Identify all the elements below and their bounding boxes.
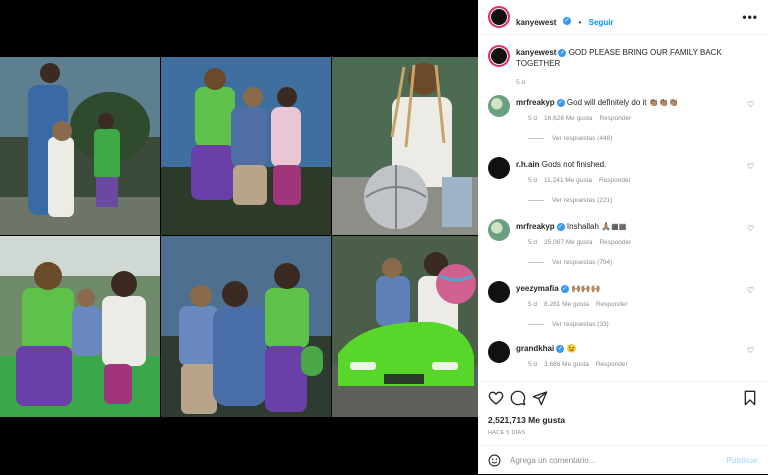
comment-time: 5 d [528, 301, 538, 308]
comment-text-block: mrfreakyp ✓ Inshallah 🙏🏽▦▦ [516, 221, 744, 232]
view-replies-button[interactable]: Ver respuestas (221) [528, 197, 612, 204]
separator-dot: • [578, 18, 582, 27]
comment-likes[interactable]: 3,686 Me gusta [544, 361, 589, 368]
post-side-panel: kanyewest ✓ • Seguir ••• kanyewest ✓ GOD … [478, 0, 768, 474]
paper-plane-icon[interactable] [532, 390, 548, 406]
comment-text: 😉 [566, 344, 577, 353]
view-replies-button[interactable]: Ver respuestas (33) [528, 321, 609, 328]
comment-meta: 5 d 25,067 Me gusta Responder [528, 239, 638, 246]
comment-time: 5 d [528, 115, 538, 122]
photo-girl-basketball [332, 57, 478, 235]
verified-badge-icon: ✓ [556, 222, 565, 231]
comment-icon[interactable] [510, 390, 526, 406]
photo-collage[interactable] [0, 57, 478, 417]
commenter-avatar[interactable] [488, 95, 510, 117]
comment-text-block: mrfreakyp ✓ God will definitely do it 👏🏽👏… [516, 97, 744, 108]
comment-likes[interactable]: 8,281 Me gusta [544, 301, 589, 308]
caption-timestamp: 5 d [516, 79, 526, 86]
reply-button[interactable]: Responder [596, 361, 628, 368]
bookmark-icon[interactable] [742, 390, 758, 406]
verified-badge-icon: ✓ [562, 16, 571, 25]
comment-like-heart-icon[interactable]: ♡ [747, 286, 754, 295]
commenter-avatar[interactable] [488, 281, 510, 303]
comment-meta: 5 d 11,241 Me gusta Responder [528, 177, 638, 184]
verified-badge-icon: ✓ [558, 48, 567, 57]
comment-item: grandkhai ✓ 😉 ♡ 5 d 3,686 Me gusta Responder [488, 341, 758, 380]
comment-text-block: yeezymafia ✓ 🙌🏽🙌🏽🙌🏽 [516, 283, 744, 294]
comment-time: 5 d [528, 177, 538, 184]
comment-item: r.h.ain Gods not finished. ♡ 5 d 11,241 Me … [488, 157, 758, 217]
author-avatar[interactable] [488, 45, 510, 67]
commenter-username[interactable]: mrfreakyp [516, 222, 555, 231]
comment-text-block: grandkhai ✓ 😉 [516, 343, 744, 354]
caption-time: 5 d [516, 79, 532, 86]
commenter-avatar[interactable] [488, 219, 510, 241]
commenter-username[interactable]: r.h.ain [516, 160, 540, 169]
comment-item: mrfreakyp ✓ Inshallah 🙏🏽▦▦ ♡ 5 d 25,067 Me g… [488, 219, 758, 279]
comment-composer: Publicar [478, 445, 768, 475]
reply-button[interactable]: Responder [599, 177, 631, 184]
caption-username[interactable]: kanyewest [516, 48, 556, 57]
author-avatar[interactable] [488, 6, 510, 28]
emoji-icon[interactable] [488, 454, 501, 467]
more-horizontal-icon[interactable]: ••• [742, 10, 758, 24]
comments-list[interactable]: kanyewest ✓ GOD PLEASE BRING OUR FAMILY B… [478, 35, 768, 380]
reply-button[interactable]: Responder [599, 115, 631, 122]
author-username[interactable]: kanyewest [516, 18, 556, 27]
likes-count[interactable]: 2,521,713 Me gusta [488, 415, 565, 425]
comment-like-heart-icon[interactable]: ♡ [747, 224, 754, 233]
comment-likes[interactable]: 16,626 Me gusta [544, 115, 592, 122]
caption-text-block: kanyewest ✓ GOD PLEASE BRING OUR FAMILY B… [516, 47, 744, 69]
posted-ago: HACE 5 DÍAS [488, 430, 526, 436]
comment-time: 5 d [528, 239, 538, 246]
comment-likes[interactable]: 25,067 Me gusta [544, 239, 592, 246]
photo-kids-on-toy-car [0, 236, 160, 417]
comment-text: Gods not finished. [541, 160, 607, 169]
post-header: kanyewest ✓ • Seguir ••• [478, 0, 768, 35]
comment-meta: 5 d 16,626 Me gusta Responder [528, 115, 638, 122]
commenter-username[interactable]: mrfreakyp [516, 98, 555, 107]
photo-mother-son-kiss [161, 236, 331, 417]
photo-kids-in-green-lamborghini [332, 236, 478, 417]
post-actions-bar: 2,521,713 Me gusta HACE 5 DÍAS [478, 381, 768, 442]
verified-badge-icon: ✓ [556, 344, 565, 353]
post-media-area [0, 0, 478, 474]
photo-kids-jumping [161, 57, 331, 235]
commenter-avatar[interactable] [488, 157, 510, 179]
heart-icon[interactable] [488, 390, 504, 406]
comment-item: mrfreakyp ✓ God will definitely do it 👏🏽👏… [488, 95, 758, 155]
comment-like-heart-icon[interactable]: ♡ [747, 346, 754, 355]
view-replies-button[interactable]: Ver respuestas (446) [528, 135, 612, 142]
commenter-username[interactable]: yeezymafia [516, 284, 559, 293]
verified-badge-icon: ✓ [556, 98, 565, 107]
comment-text: Inshallah 🙏🏽▦▦ [566, 222, 627, 231]
comment-like-heart-icon[interactable]: ♡ [747, 162, 754, 171]
comment-item: yeezymafia ✓ 🙌🏽🙌🏽🙌🏽 ♡ 5 d 8,281 Me gusta Resp… [488, 281, 758, 341]
comment-text-block: r.h.ain Gods not finished. [516, 159, 744, 170]
reply-button[interactable]: Responder [599, 239, 631, 246]
comment-meta: 5 d 8,281 Me gusta Responder [528, 301, 635, 308]
publish-button[interactable]: Publicar [726, 456, 758, 465]
photo-mother-children-garden [0, 57, 160, 235]
commenter-username[interactable]: grandkhai [516, 344, 554, 353]
comment-meta: 5 d 3,686 Me gusta Responder [528, 361, 635, 368]
comment-input[interactable] [510, 453, 710, 467]
comment-likes[interactable]: 11,241 Me gusta [544, 177, 592, 184]
comment-text: God will definitely do it 👏🏽👏🏽👏🏽 [566, 98, 679, 107]
verified-badge-icon: ✓ [560, 284, 569, 293]
commenter-avatar[interactable] [488, 341, 510, 363]
caption: kanyewest ✓ GOD PLEASE BRING OUR FAMILY B… [488, 45, 758, 95]
comment-text: 🙌🏽🙌🏽🙌🏽 [570, 284, 601, 293]
comment-like-heart-icon[interactable]: ♡ [747, 100, 754, 109]
view-replies-button[interactable]: Ver respuestas (794) [528, 259, 612, 266]
follow-button[interactable]: Seguir [589, 18, 614, 27]
reply-button[interactable]: Responder [596, 301, 628, 308]
comment-time: 5 d [528, 361, 538, 368]
